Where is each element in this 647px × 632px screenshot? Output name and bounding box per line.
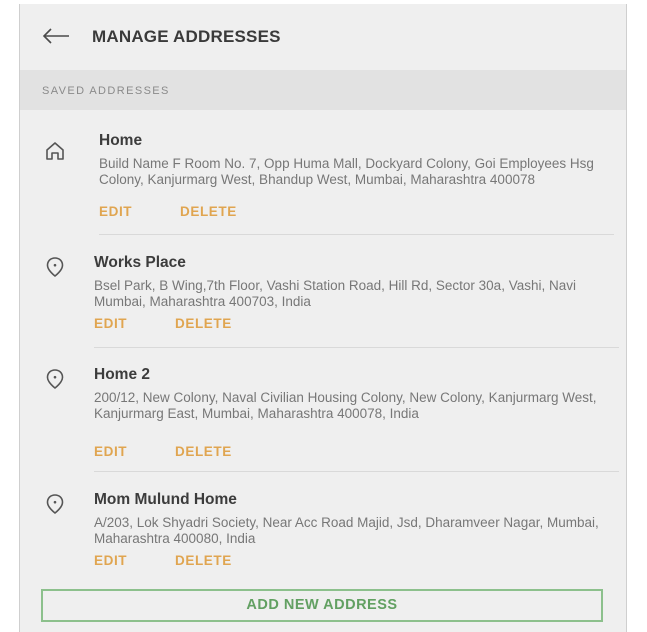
address-title: Home 2 (94, 366, 150, 383)
delete-button[interactable]: DELETE (175, 553, 232, 568)
location-pin-icon (46, 257, 64, 277)
home-icon (46, 142, 64, 160)
section-label: SAVED ADDRESSES (42, 85, 170, 97)
saved-addresses-section-header: SAVED ADDRESSES (20, 70, 626, 110)
address-text: Bsel Park, B Wing,7th Floor, Vashi Stati… (94, 278, 576, 309)
location-pin-icon (46, 369, 64, 389)
arrow-left-icon[interactable] (42, 28, 70, 44)
edit-button[interactable]: EDIT (94, 316, 127, 331)
manage-addresses-screen: MANAGE ADDRESSES SAVED ADDRESSES Home Bu… (19, 4, 627, 632)
address-text: A/203, Lok Shyadri Society, Near Acc Roa… (94, 515, 599, 546)
edit-button[interactable]: EDIT (94, 444, 127, 459)
address-text: Build Name F Room No. 7, Opp Huma Mall, … (99, 156, 594, 187)
delete-button[interactable]: DELETE (180, 204, 237, 219)
address-title: Works Place (94, 254, 186, 271)
address-text: 200/12, New Colony, Naval Civilian Housi… (94, 390, 597, 421)
add-new-address-button[interactable]: ADD NEW ADDRESS (41, 589, 603, 622)
location-pin-icon (46, 494, 64, 514)
app-header: MANAGE ADDRESSES (20, 4, 626, 68)
divider (94, 471, 619, 472)
edit-button[interactable]: EDIT (99, 204, 132, 219)
edit-button[interactable]: EDIT (94, 553, 127, 568)
divider (99, 234, 614, 235)
address-title: Mom Mulund Home (94, 491, 237, 508)
delete-button[interactable]: DELETE (175, 444, 232, 459)
delete-button[interactable]: DELETE (175, 316, 232, 331)
address-title: Home (99, 132, 143, 149)
divider (94, 347, 619, 348)
page-title: MANAGE ADDRESSES (92, 27, 281, 46)
